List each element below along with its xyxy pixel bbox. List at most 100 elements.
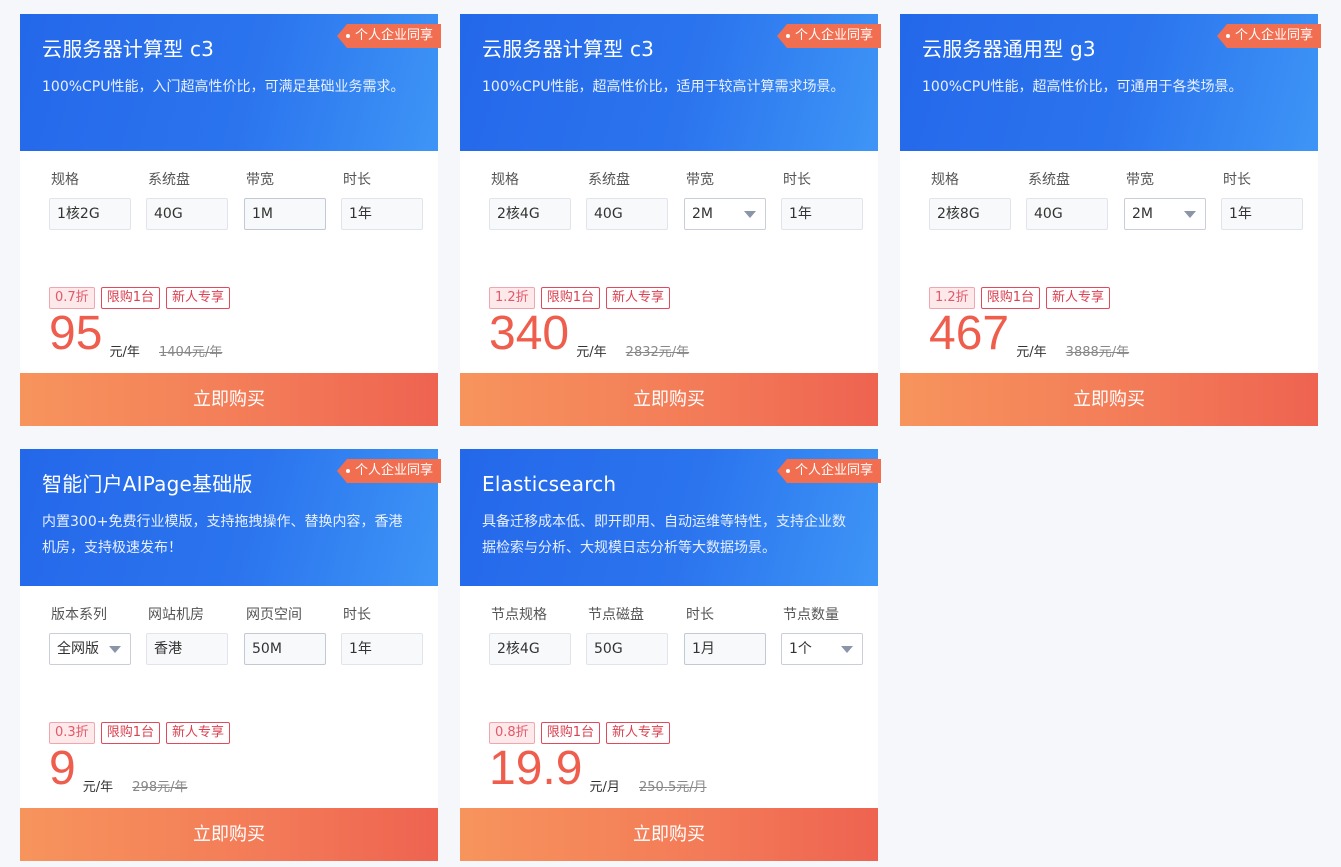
original-price: 3888元/年 <box>1065 345 1130 360</box>
spec-value-box: 1年 <box>341 633 423 665</box>
price-unit: 元/月 <box>589 780 620 795</box>
spec-input[interactable]: 1M <box>244 198 326 230</box>
spec-field-label: 带宽 <box>1126 172 1154 188</box>
spec-field-label: 版本系列 <box>51 607 107 623</box>
spec-field-value: 2核4G <box>497 641 540 657</box>
card-header: 云服务器计算型 c3 100%CPU性能，入门超高性价比，可满足基础业务需求。 … <box>20 14 441 151</box>
spec-value-box: 1核2G <box>49 198 131 230</box>
spec-field-value: 1年 <box>1229 206 1252 222</box>
spec-value-box: 2核4G <box>489 633 571 665</box>
spec-value-box: 1年 <box>341 198 423 230</box>
price-value: 340 <box>489 307 570 360</box>
spec-value-box: 1年 <box>1221 198 1303 230</box>
spec-field-value: 40G <box>1034 206 1063 222</box>
spec-input[interactable]: 1月 <box>684 633 766 665</box>
spec-field-label: 带宽 <box>686 172 714 188</box>
spec-value-box: 2核8G <box>929 198 1011 230</box>
audience-tag: 个人企业同享 <box>776 24 881 48</box>
audience-tag: 个人企业同享 <box>776 459 881 483</box>
price-row: 467 元/年 3888元/年 <box>929 304 1129 364</box>
spec-field-label: 节点数量 <box>783 607 839 623</box>
spec-select[interactable]: 2M <box>1124 198 1206 230</box>
card-title: Elasticsearch <box>482 472 617 496</box>
card-header: Elasticsearch 具备迁移成本低、即开即用、自动运维等特性，支持企业数… <box>460 449 881 586</box>
spec-select[interactable]: 全网版 <box>49 633 131 665</box>
spec-select[interactable]: 1个 <box>781 633 863 665</box>
caret-down-icon <box>109 646 121 653</box>
spec-field-label: 系统盘 <box>588 172 630 188</box>
spec-field-label: 时长 <box>343 607 371 623</box>
spec-field-value: 1M <box>252 206 273 222</box>
price-row: 340 元/年 2832元/年 <box>489 304 689 364</box>
spec-field-label: 节点规格 <box>491 607 547 623</box>
spec-field-value: 2核8G <box>937 206 980 222</box>
price-row: 19.9 元/月 250.5元/月 <box>489 739 707 799</box>
spec-field-value: 2M <box>692 206 713 222</box>
price-value: 467 <box>929 307 1010 360</box>
spec-field-label: 系统盘 <box>1028 172 1070 188</box>
spec-field-label: 网站机房 <box>148 607 204 623</box>
spec-field-value: 1个 <box>789 641 812 657</box>
spec-value-box: 40G <box>1026 198 1108 230</box>
spec-select[interactable]: 2M <box>684 198 766 230</box>
price-value: 9 <box>49 742 76 795</box>
spec-field-label: 系统盘 <box>148 172 190 188</box>
card-title: 云服务器计算型 c3 <box>482 37 655 61</box>
card-description: 具备迁移成本低、即开即用、自动运维等特性，支持企业数据检索与分析、大规模日志分析… <box>482 514 846 556</box>
audience-tag: 个人企业同享 <box>1216 24 1321 48</box>
spec-field: 规格 2核4G <box>489 171 571 230</box>
card-header: 云服务器通用型 g3 100%CPU性能，超高性价比，可通用于各类场景。 个人企… <box>900 14 1321 151</box>
card-description: 内置300+免费行业模版，支持拖拽操作、替换内容，香港机房，支持极速发布！ <box>42 514 403 556</box>
spec-field: 网页空间 50M <box>244 606 326 665</box>
spec-field: 节点规格 2核4G <box>489 606 571 665</box>
spec-field-label: 时长 <box>343 172 371 188</box>
product-card-5: Elasticsearch 具备迁移成本低、即开即用、自动运维等特性，支持企业数… <box>460 449 881 861</box>
spec-field: 节点磁盘 50G <box>586 606 668 665</box>
spec-field-label: 规格 <box>51 172 79 188</box>
spec-field: 带宽 1M <box>244 171 326 230</box>
buy-now-button[interactable]: 立即购买 <box>20 808 438 861</box>
price-unit: 元/年 <box>82 780 114 795</box>
spec-field-value: 香港 <box>154 641 182 657</box>
card-header: 智能门户AIPage基础版 内置300+免费行业模版，支持拖拽操作、替换内容，香… <box>20 449 441 586</box>
spec-field: 网站机房香港 <box>146 606 228 665</box>
product-card-4: 智能门户AIPage基础版 内置300+免费行业模版，支持拖拽操作、替换内容，香… <box>20 449 441 861</box>
spec-field-value: 全网版 <box>57 641 99 657</box>
spec-field-value: 1核2G <box>57 206 100 222</box>
card-description: 100%CPU性能，入门超高性价比，可满足基础业务需求。 <box>42 79 405 95</box>
buy-now-button[interactable]: 立即购买 <box>900 373 1318 426</box>
spec-field-label: 网页空间 <box>246 607 302 623</box>
spec-field: 时长 1年 <box>341 606 423 665</box>
spec-field: 时长 1年 <box>1221 171 1303 230</box>
price-value: 95 <box>49 307 103 360</box>
spec-field: 系统盘 40G <box>146 171 228 230</box>
spec-field-value: 1年 <box>789 206 812 222</box>
buy-now-button[interactable]: 立即购买 <box>460 373 878 426</box>
spec-field: 系统盘 40G <box>586 171 668 230</box>
spec-field-value: 1年 <box>349 206 372 222</box>
spec-field: 带宽 2M <box>684 171 766 230</box>
spec-field-label: 规格 <box>491 172 519 188</box>
price-unit: 元/年 <box>109 345 140 360</box>
price-unit: 元/年 <box>1016 345 1047 360</box>
spec-field: 系统盘 40G <box>1026 171 1108 230</box>
spec-field-value: 1年 <box>349 641 372 657</box>
product-card-2: 云服务器计算型 c3 100%CPU性能，超高性价比，适用于较高计算需求场景。 … <box>460 14 881 426</box>
price-row: 9 元/年 298元/年 <box>49 739 187 799</box>
original-price: 250.5元/月 <box>639 780 707 795</box>
card-description: 100%CPU性能，超高性价比，可通用于各类场景。 <box>922 79 1243 95</box>
spec-input[interactable]: 50M <box>244 633 326 665</box>
spec-field-value: 40G <box>594 206 623 222</box>
spec-field-label: 时长 <box>686 607 714 623</box>
spec-field: 节点数量 1个 <box>781 606 863 665</box>
spec-field: 规格 2核8G <box>929 171 1011 230</box>
spec-value-box: 香港 <box>146 633 228 665</box>
buy-now-button[interactable]: 立即购买 <box>20 373 438 426</box>
buy-now-button[interactable]: 立即购买 <box>460 808 878 861</box>
spec-field-label: 节点磁盘 <box>588 607 644 623</box>
original-price: 1404元/年 <box>158 345 223 360</box>
spec-field-value: 50M <box>252 641 282 657</box>
spec-value-box: 50G <box>586 633 668 665</box>
spec-field: 时长 1年 <box>341 171 423 230</box>
card-header: 云服务器计算型 c3 100%CPU性能，超高性价比，适用于较高计算需求场景。 … <box>460 14 881 151</box>
